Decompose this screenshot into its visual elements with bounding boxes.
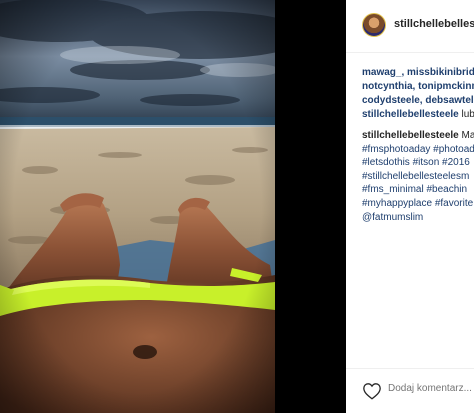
likes-suffix: lub — [461, 109, 474, 120]
hashtag-line[interactable]: #letsdothis #itson #2016 — [362, 156, 474, 170]
hashtag-line[interactable]: #stillchellebellesteelesm — [362, 170, 474, 184]
hashtag-line[interactable]: #fms_minimal #beachin — [362, 183, 474, 197]
likes-summary: mawag_, missbikinibridg notcynthia, toni… — [362, 66, 474, 122]
comment-input[interactable] — [388, 383, 474, 394]
liker-names-line[interactable]: mawag_, missbikinibridg — [362, 66, 474, 80]
post-caption: stillchellebellesteele Ma #fmsphotoaday … — [362, 129, 474, 224]
avatar[interactable] — [362, 13, 386, 37]
photo-side-divider — [275, 0, 346, 413]
liker-names-line[interactable]: codydsteele, debsawtell — [362, 94, 474, 108]
comment-bar — [346, 368, 474, 413]
hashtag-line[interactable]: #fmsphotoaday #photoad — [362, 143, 474, 157]
caption-text: Ma — [461, 130, 474, 141]
heart-icon[interactable] — [362, 382, 382, 400]
username-link[interactable]: stillchellebellest... — [394, 18, 474, 30]
hashtag-line[interactable]: #myhappyplace #favorite — [362, 197, 474, 211]
mention-link[interactable]: @fatmumslim — [362, 211, 474, 225]
post-photo — [0, 0, 275, 413]
liker-names-line[interactable]: notcynthia, tonipmckinn — [362, 80, 474, 94]
liker-name[interactable]: stillchellebellesteele — [362, 109, 459, 120]
caption-author-link[interactable]: stillchellebellesteele — [362, 130, 459, 141]
post-header: stillchellebellest... — [346, 0, 474, 53]
post-sidebar: stillchellebellest... mawag_, missbikini… — [346, 0, 474, 413]
